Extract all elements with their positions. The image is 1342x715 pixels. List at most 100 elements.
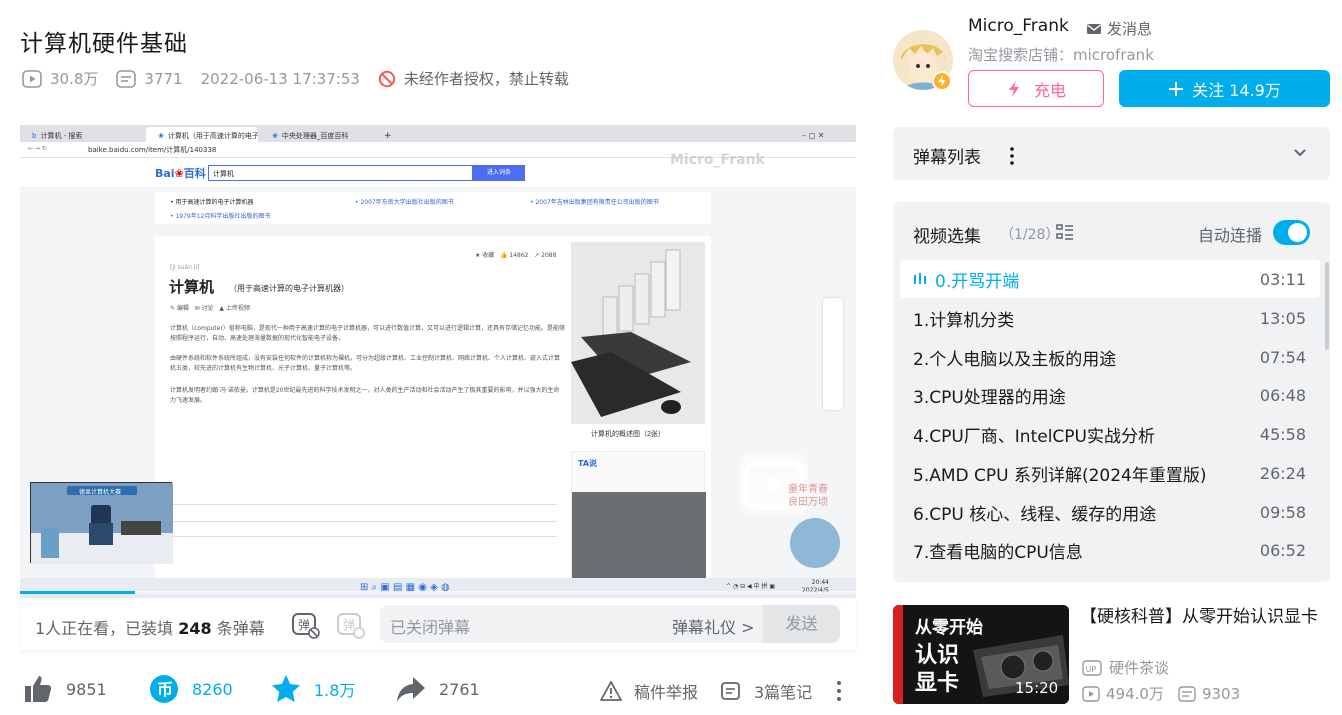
episode-item[interactable]: 4.CPU厂商、IntelCPU实战分析 45:58 xyxy=(900,415,1320,453)
charge-button[interactable]: 充电 xyxy=(968,70,1104,107)
send-message-label: 发消息 xyxy=(1107,20,1153,38)
autoplay-label: 自动连播 xyxy=(1198,226,1263,245)
play-count-value: 30.8万 xyxy=(50,70,99,88)
list-view-icon[interactable] xyxy=(1056,223,1074,241)
episode-title: 2.个人电脑以及主板的用途 xyxy=(913,349,1117,370)
video-player[interactable]: b计算机 - 搜索 ❀计算机（用于高速计算的电子计算... ❀中央处理器_百度百… xyxy=(20,125,856,598)
warning-icon xyxy=(600,680,634,702)
follow-label: 关注 14.9万 xyxy=(1192,80,1281,100)
address-url: baike.baidu.com/item/计算机/140338 xyxy=(88,146,217,154)
danmaku-count: 3771 xyxy=(116,69,183,88)
chevron-down-icon[interactable] xyxy=(1292,147,1308,159)
episode-item[interactable]: 2.个人电脑以及主板的用途 07:54 xyxy=(900,338,1320,376)
danmaku-settings-icon[interactable]: 弹 xyxy=(335,609,365,639)
like-button[interactable]: 9851 xyxy=(22,673,107,705)
copyright-text: 未经作者授权，禁止转载 xyxy=(403,70,569,88)
recommend-title[interactable]: 【硬核科普】从零开始认识显卡 xyxy=(1080,605,1330,629)
watermark-text: Micro_Frank xyxy=(670,152,765,168)
baidu-header: Bai❀百科 计算机 进入词条 Micro_Frank xyxy=(20,152,856,188)
episode-item[interactable]: 6.CPU 核心、线程、缓存的用途 09:58 xyxy=(900,493,1320,531)
robot-card: TA说 xyxy=(571,451,706,582)
recommend-thumbnail[interactable]: 从零开始 认识 显卡 15:20 xyxy=(893,605,1069,704)
danmaku-count-icon xyxy=(1178,685,1202,702)
plus-icon xyxy=(1168,81,1192,97)
ad-avatar xyxy=(790,518,840,568)
baidu-search-box xyxy=(208,165,473,181)
browser-tab: b 计算机 - 搜索 xyxy=(32,132,83,140)
danmaku-count-icon xyxy=(116,69,144,88)
ad-text: 童年青春 良田万顷 xyxy=(788,484,828,508)
more-options-icon[interactable] xyxy=(832,680,846,702)
recommend-duration: 15:20 xyxy=(1015,679,1059,697)
uploader-description: 淘宝搜索店铺：microfrank xyxy=(968,46,1154,64)
coin-icon: 币 xyxy=(148,673,192,705)
episode-duration: 06:48 xyxy=(1259,385,1306,405)
windows-taskbar: ⊞ ⌕ ▣ ▤ ▦ ◉ ◈ ◍ ^ ◔ ⊟ ◀ 中 拼 ▣ 20:442022/… xyxy=(20,578,856,598)
video-progress-fill xyxy=(20,591,135,594)
recommend-uploader[interactable]: UP 硬件茶谈 xyxy=(1082,657,1169,678)
autoplay-toggle[interactable] xyxy=(1273,220,1310,245)
report-button[interactable]: 稿件举报 xyxy=(600,679,698,703)
collection-title: 视频选集 xyxy=(913,227,981,247)
favorite-button[interactable]: 1.8万 xyxy=(270,673,355,705)
thumb-line-3: 显卡 xyxy=(915,671,960,696)
browser-tab-active: ❀计算机（用于高速计算的电子计算... xyxy=(146,127,258,142)
charge-label: 充电 xyxy=(1033,80,1066,100)
thumbs-up-icon xyxy=(22,673,66,705)
article-card: [jì suàn jī] 计算机 （用于高速计算的电子计算机器） ✎ 编辑 ✉ … xyxy=(155,236,711,582)
share-count: 2761 xyxy=(439,679,480,699)
episode-duration: 26:24 xyxy=(1259,463,1306,483)
play-count: 30.8万 xyxy=(22,68,98,89)
share-button[interactable]: 2761 xyxy=(395,673,480,705)
presenter-mini-video: 德显计算机大赛 xyxy=(30,482,173,564)
danmaku-list-more-icon[interactable] xyxy=(1008,146,1016,166)
danmaku-list-title: 弹幕列表 xyxy=(913,148,981,168)
episode-title: 1.计算机分类 xyxy=(913,310,1015,331)
episode-duration: 09:58 xyxy=(1259,502,1306,522)
coin-button[interactable]: 币 8260 xyxy=(148,673,233,705)
taskbar-clock-time: 20:44 xyxy=(811,579,829,586)
report-label: 稿件举报 xyxy=(634,683,699,702)
episode-title: 5.AMD CPU 系列详解(2024年重置版) xyxy=(913,465,1207,486)
article-paragraph-1: 计算机（computer）俗称电脑，是现代一种用于高速计算的电子计算机器，可以进… xyxy=(170,325,565,342)
episode-item[interactable]: 1.计算机分类 13:05 xyxy=(900,299,1320,337)
viewers-status: 1人正在看，已装填 248 条弹幕 xyxy=(35,619,265,638)
episode-title: 6.CPU 核心、线程、缓存的用途 xyxy=(913,504,1157,525)
follow-button[interactable]: 关注 14.9万 xyxy=(1119,70,1330,107)
danmaku-send-button[interactable]: 发送 xyxy=(763,605,840,643)
episode-item[interactable]: 7.查看电脑的CPU信息 06:52 xyxy=(900,531,1320,569)
episode-item-active[interactable]: 0.开骂开端 03:11 xyxy=(900,260,1320,298)
baidu-search-value: 计算机 xyxy=(213,170,234,178)
collection-scrollbar[interactable] xyxy=(1325,262,1329,350)
browser-tab-strip: b计算机 - 搜索 ❀计算机（用于高速计算的电子计算... ❀中央处理器_百度百… xyxy=(20,125,856,142)
notes-button[interactable]: 3篇笔记 xyxy=(720,679,812,703)
svg-text:币: 币 xyxy=(157,680,173,699)
share-arrow-icon xyxy=(395,673,439,705)
send-message-link[interactable]: 发消息 xyxy=(1086,18,1152,39)
svg-text:弹: 弹 xyxy=(343,618,355,632)
up-badge-icon: UP xyxy=(1082,659,1109,676)
episode-item[interactable]: 5.AMD CPU 系列详解(2024年重置版) 26:24 xyxy=(900,454,1320,492)
envelope-icon xyxy=(1086,22,1107,36)
danmaku-etiquette-link[interactable]: 弹幕礼仪 > xyxy=(672,614,755,638)
svg-text:弹: 弹 xyxy=(298,618,310,632)
episode-item[interactable]: 3.CPU处理器的用途 06:48 xyxy=(900,376,1320,414)
recommend-up-name: 硬件茶谈 xyxy=(1109,659,1170,677)
share-side-icons xyxy=(823,298,843,410)
coin-count: 8260 xyxy=(192,679,233,699)
copyright-notice: 未经作者授权，禁止转载 xyxy=(378,68,569,89)
thumb-line-1: 从零开始 xyxy=(915,618,983,638)
recommend-plays: 494.0万 xyxy=(1106,685,1164,703)
recommend-danmaku: 9303 xyxy=(1201,684,1241,703)
video-progress-bar[interactable] xyxy=(20,591,856,594)
article-title: 计算机 xyxy=(169,278,215,296)
notes-icon xyxy=(720,680,754,702)
notes-label: 3篇笔记 xyxy=(754,683,813,702)
episode-title: 0.开骂开端 xyxy=(935,271,1020,292)
danmaku-toggle-icon[interactable]: 弹 xyxy=(290,609,320,639)
recommend-stats: 494.0万 9303 xyxy=(1082,683,1240,704)
charge-badge-icon xyxy=(932,71,952,91)
baidu-search-button: 进入词条 xyxy=(473,165,525,181)
uploader-name[interactable]: Micro_Frank xyxy=(968,16,1069,36)
star-icon xyxy=(270,673,314,705)
